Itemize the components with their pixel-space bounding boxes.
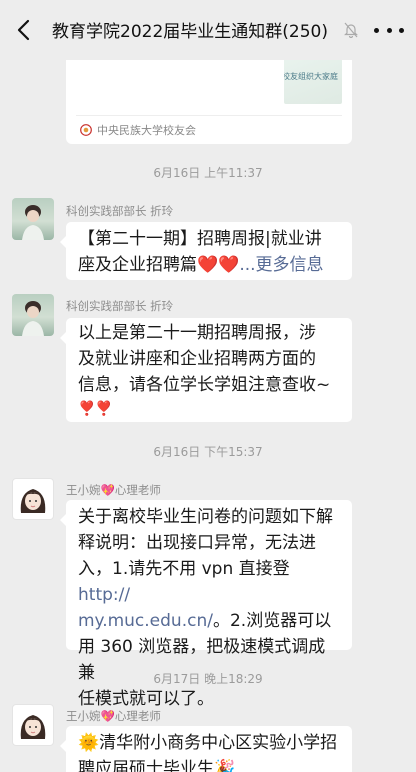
- avatar[interactable]: [12, 198, 54, 240]
- message-text-line: my.muc.edu.cn/。2.浏览器可以: [78, 611, 332, 631]
- avatar-photo-icon: [22, 205, 44, 240]
- university-logo-icon: [80, 124, 92, 136]
- more-dot: [374, 27, 379, 33]
- timestamp: 6月16日 下午15:37: [153, 445, 263, 459]
- girl-avatar-icon: [20, 489, 46, 513]
- girl-avatar-icon: [20, 715, 46, 739]
- message-text-line: 入，1.请先不用 vpn 直接登 http://: [78, 559, 290, 605]
- sender-name: 王小婉💖心理老师: [66, 483, 161, 497]
- avatar-photo-icon: [22, 301, 44, 336]
- message-text-line: 信息，请各位学长学姐注意查收~: [78, 375, 331, 395]
- card-source-name: 中央民族大学校友会: [97, 124, 196, 137]
- message-text-line: 关于离校毕业生问卷的问题如下解: [78, 507, 333, 527]
- sender-name: 科创实践部部长 折玲: [66, 299, 174, 313]
- message-text-line: 释说明：出现接口异常，无法进: [78, 533, 316, 553]
- card-divider: [76, 115, 342, 116]
- url-link[interactable]: http://: [78, 585, 130, 605]
- more-info-link[interactable]: ...更多信息: [239, 255, 323, 275]
- chat-header: 教育学院2022届毕业生通知群(250): [0, 0, 416, 60]
- message-text-line: 及就业讲座和企业招聘两方面的: [78, 349, 316, 369]
- sender-name: 王小婉💖心理老师: [66, 709, 161, 723]
- message-bubble[interactable]: 关于离校毕业生问卷的问题如下解 释说明：出现接口异常，无法进 入，1.请先不用 …: [60, 500, 352, 709]
- heart-emoji: ❤️❤️: [197, 255, 240, 275]
- back-button[interactable]: [10, 16, 36, 44]
- chat-title: 教育学院2022届毕业生通知群(250): [52, 22, 328, 42]
- timestamp: 6月17日 晚上18:29: [153, 672, 263, 686]
- avatar[interactable]: [12, 294, 54, 336]
- article-thumbnail: 校友组织大家庭: [284, 56, 342, 104]
- url-link[interactable]: my.muc.edu.cn/: [78, 611, 213, 631]
- heart-emoji: 💖: [100, 709, 115, 723]
- card-source: 中央民族大学校友会: [80, 122, 196, 138]
- more-dot: [399, 27, 404, 33]
- message-bubble-link[interactable]: 【第二十一期】招聘周报|就业讲 座及企业招聘篇❤️❤️...更多信息: [60, 222, 352, 280]
- avatar[interactable]: [12, 478, 54, 520]
- more-dot: [386, 27, 392, 33]
- exclamation-heart-emoji: ❣️❣️: [78, 401, 113, 417]
- party-popper-emoji: 🎉: [214, 759, 236, 772]
- shared-article-card[interactable]: 校友组织大家庭 中央民族大学校友会: [66, 48, 352, 144]
- message-bubble[interactable]: 🌞清华附小商务中心区实验小学招 聘应届硕士毕业生🎉: [60, 726, 352, 772]
- message-text-line: 🌞清华附小商务中心区实验小学招: [78, 733, 338, 753]
- avatar[interactable]: [12, 704, 54, 746]
- bell-muted-icon: [344, 22, 358, 38]
- more-button[interactable]: [374, 20, 404, 40]
- message-bubble[interactable]: 以上是第二十一期招聘周报，涉 及就业讲座和企业招聘两方面的 信息，请各位学长学姐…: [60, 318, 352, 422]
- message-text-line: 座及企业招聘篇❤️❤️...更多信息: [78, 255, 324, 275]
- message-text-line: 【第二十一期】招聘周报|就业讲: [78, 229, 322, 249]
- message-text-line: 以上是第二十一期招聘周报，涉: [78, 323, 316, 343]
- sun-emoji: 🌞: [78, 733, 100, 753]
- timestamp: 6月16日 上午11:37: [153, 166, 263, 180]
- message-text-line: 聘应届硕士毕业生🎉: [78, 756, 340, 772]
- sender-name: 科创实践部部长 折玲: [66, 204, 174, 218]
- thumbnail-caption: 校友组织大家庭: [284, 72, 338, 81]
- heart-emoji: 💖: [100, 483, 115, 497]
- chevron-left-icon: [17, 19, 30, 41]
